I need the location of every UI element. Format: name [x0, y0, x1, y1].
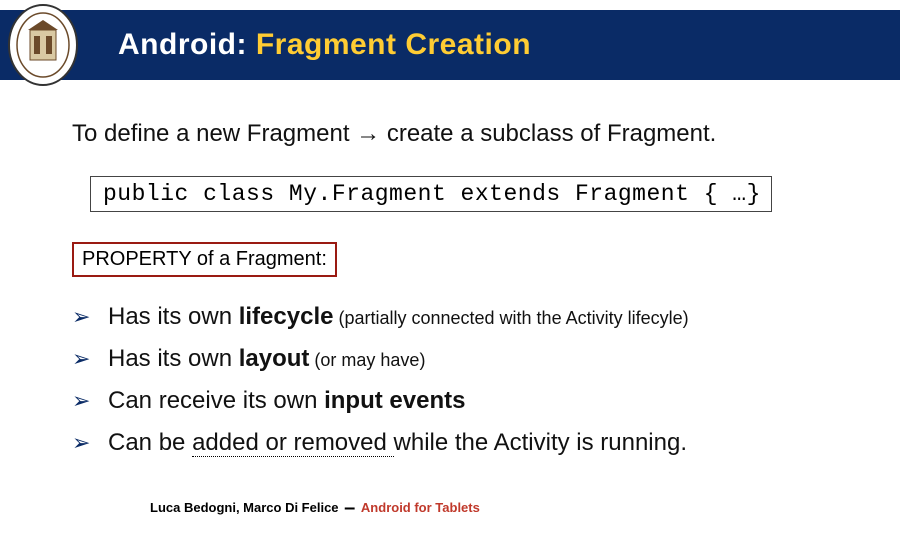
- bullet-icon: ➢: [72, 306, 108, 328]
- property-list: ➢ Has its own lifecycle (partially conne…: [72, 303, 860, 457]
- intro-post: create a subclass of Fragment.: [380, 120, 716, 147]
- arrow-icon: →: [356, 120, 380, 147]
- list-item-text: Has its own lifecycle (partially connect…: [108, 303, 860, 331]
- intro-text: To define a new Fragment → create a subc…: [72, 120, 860, 148]
- list-item: ➢ Has its own layout (or may have): [72, 345, 860, 373]
- slide-title: Android: Fragment Creation: [118, 28, 531, 62]
- title-accent: Fragment Creation: [256, 28, 531, 61]
- list-item: ➢ Can be added or removed while the Acti…: [72, 429, 860, 457]
- code-snippet: public class My.Fragment extends Fragmen…: [90, 176, 772, 212]
- footer-authors: Luca Bedogni, Marco Di Felice: [150, 500, 339, 515]
- footer: Luca Bedogni, Marco Di Felice – Android …: [150, 497, 480, 520]
- university-seal: [6, 2, 80, 88]
- property-heading: PROPERTY of a Fragment:: [72, 242, 337, 277]
- footer-dash: –: [342, 497, 357, 519]
- bullet-icon: ➢: [72, 390, 108, 412]
- header-bar: Android: Fragment Creation: [0, 10, 900, 80]
- intro-pre: To define a new Fragment: [72, 120, 356, 147]
- footer-topic: Android for Tablets: [361, 500, 480, 515]
- list-item-text: Can receive its own input events: [108, 387, 860, 415]
- title-prefix: Android:: [118, 28, 247, 61]
- bullet-icon: ➢: [72, 432, 108, 454]
- list-item-text: Can be added or removed while the Activi…: [108, 429, 860, 457]
- slide: Android: Fragment Creation To define a n…: [0, 0, 900, 540]
- list-item-text: Has its own layout (or may have): [108, 345, 860, 373]
- bullet-icon: ➢: [72, 348, 108, 370]
- slide-body: To define a new Fragment → create a subc…: [72, 120, 860, 471]
- list-item: ➢ Can receive its own input events: [72, 387, 860, 415]
- list-item: ➢ Has its own lifecycle (partially conne…: [72, 303, 860, 331]
